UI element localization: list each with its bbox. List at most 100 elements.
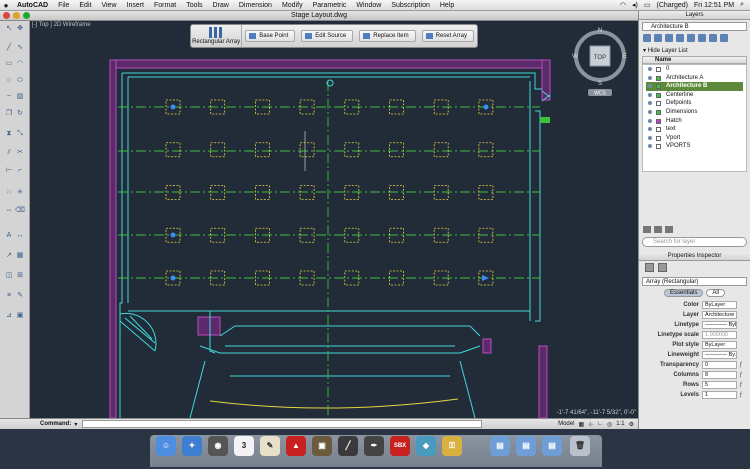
grid-icon[interactable]: ▦ bbox=[578, 421, 584, 428]
copy-icon[interactable]: ❐ bbox=[4, 109, 14, 118]
light-fixture[interactable] bbox=[299, 185, 315, 200]
insert-icon[interactable]: ⊞ bbox=[15, 271, 25, 280]
prop-layer-value[interactable]: Architecture B bbox=[702, 311, 737, 319]
layer-color-swatch[interactable] bbox=[656, 92, 661, 98]
image-icon[interactable]: ▣ bbox=[15, 311, 25, 320]
keychain-icon[interactable]: ⚿ bbox=[442, 436, 462, 456]
layer-row[interactable]: Vport bbox=[646, 134, 743, 143]
bulb-icon[interactable] bbox=[648, 144, 652, 149]
current-layer-select[interactable]: Architecture B bbox=[642, 22, 747, 31]
layer-row-selected[interactable]: Architecture B bbox=[646, 82, 743, 91]
layer-row[interactable]: Dimensions bbox=[646, 108, 743, 117]
bulb-icon[interactable] bbox=[648, 67, 652, 71]
menu-file[interactable]: File bbox=[53, 2, 74, 9]
layer-freeze-icon[interactable] bbox=[687, 34, 695, 42]
match-icon[interactable]: ✎ bbox=[15, 291, 25, 300]
light-fixture[interactable] bbox=[165, 142, 181, 158]
fx-icon[interactable]: ƒ bbox=[739, 362, 747, 368]
prop-transparency-value[interactable]: 0 bbox=[702, 361, 737, 369]
layer-color-swatch[interactable] bbox=[656, 101, 661, 107]
offset-icon[interactable]: ⫽ bbox=[4, 148, 14, 157]
wacom-icon[interactable]: ╱ bbox=[338, 436, 358, 456]
light-fixture[interactable] bbox=[210, 185, 226, 200]
new-layer-icon[interactable] bbox=[643, 34, 651, 42]
layer-match-icon[interactable] bbox=[709, 34, 717, 42]
trash-icon[interactable]: 🗑 bbox=[570, 436, 590, 456]
measure-icon[interactable]: ⊿ bbox=[4, 311, 14, 320]
layer-color-swatch[interactable] bbox=[656, 84, 661, 90]
base-point-button[interactable]: Base Point bbox=[245, 30, 296, 42]
safari-icon[interactable]: ✦ bbox=[182, 436, 202, 456]
layer-isolate-icon[interactable] bbox=[665, 34, 673, 42]
move-icon[interactable]: ✥ bbox=[15, 24, 25, 33]
delete-layer-icon[interactable] bbox=[654, 34, 662, 42]
edit-source-button[interactable]: Edit Source bbox=[301, 30, 354, 42]
layer-folder-icon[interactable] bbox=[654, 226, 662, 233]
menu-subscription[interactable]: Subscription bbox=[386, 2, 435, 9]
layer-color-swatch[interactable] bbox=[656, 127, 661, 133]
finder-icon[interactable]: ☺ bbox=[156, 436, 176, 456]
snap-icon[interactable]: ⊹ bbox=[588, 421, 593, 428]
light-fixture[interactable] bbox=[344, 185, 360, 200]
app-icon[interactable]: ◆ bbox=[416, 436, 436, 456]
minimize-window-icon[interactable] bbox=[13, 12, 20, 19]
leader-icon[interactable]: ↗ bbox=[4, 251, 14, 260]
bulb-icon[interactable] bbox=[648, 135, 652, 140]
menu-view[interactable]: View bbox=[96, 2, 121, 9]
light-fixture[interactable] bbox=[478, 142, 494, 158]
annotation-scale[interactable]: 1:1 bbox=[616, 421, 624, 427]
text-icon[interactable]: A bbox=[4, 231, 14, 240]
prop-linetype-value[interactable]: ———— ByL bbox=[702, 321, 737, 329]
circle-icon[interactable]: ○ bbox=[4, 76, 14, 85]
layer-color-swatch[interactable] bbox=[656, 75, 661, 81]
light-fixture[interactable] bbox=[478, 185, 494, 200]
prop-rows-value[interactable]: 5 bbox=[702, 381, 737, 389]
layer-lock-icon[interactable] bbox=[698, 34, 706, 42]
light-fixture[interactable] bbox=[210, 142, 226, 158]
menu-draw[interactable]: Draw bbox=[208, 2, 234, 9]
fillet-icon[interactable]: ⌐ bbox=[15, 166, 25, 175]
spotlight-icon[interactable]: ⌕ bbox=[740, 1, 744, 9]
mirror-icon[interactable]: ⧗ bbox=[4, 129, 14, 138]
array-icon[interactable]: ⁙ bbox=[4, 188, 14, 197]
replace-item-button[interactable]: Replace Item bbox=[359, 30, 416, 42]
bulb-icon[interactable] bbox=[648, 109, 652, 114]
extend-icon[interactable]: ⊢ bbox=[4, 166, 14, 175]
dimension-icon[interactable]: ↔ bbox=[15, 231, 25, 240]
light-fixture[interactable] bbox=[344, 142, 360, 158]
select-objects-icon[interactable] bbox=[658, 263, 667, 272]
light-fixture[interactable] bbox=[254, 142, 270, 158]
fx-icon[interactable]: ƒ bbox=[739, 392, 747, 398]
command-input[interactable] bbox=[82, 420, 483, 428]
viewport-label[interactable]: [-] Top ] 2D Wireframe bbox=[32, 22, 91, 28]
polyline-icon[interactable]: ∿ bbox=[15, 43, 25, 52]
layer-icon[interactable]: ≡ bbox=[4, 291, 14, 300]
prop-levels-value[interactable]: 1 bbox=[702, 391, 737, 399]
pen-icon[interactable]: ✒ bbox=[364, 436, 384, 456]
fx-icon[interactable]: ƒ bbox=[739, 382, 747, 388]
erase-icon[interactable]: ⌫ bbox=[15, 206, 25, 215]
clock[interactable]: Fri 12:51 PM bbox=[694, 2, 734, 9]
prop-plot-style-value[interactable]: ByLayer bbox=[702, 341, 737, 349]
menu-tools[interactable]: Tools bbox=[181, 2, 207, 9]
ellipse-icon[interactable]: ⬭ bbox=[15, 76, 25, 85]
layer-row[interactable]: Defpoints bbox=[646, 99, 743, 108]
layer-row[interactable]: Architecture A bbox=[646, 74, 743, 83]
prop-color-value[interactable]: ByLayer bbox=[702, 301, 737, 309]
menu-dimension[interactable]: Dimension bbox=[234, 2, 277, 9]
layer-color-swatch[interactable] bbox=[656, 118, 661, 124]
bulb-icon[interactable] bbox=[648, 118, 652, 123]
light-fixture[interactable] bbox=[433, 185, 449, 200]
menu-insert[interactable]: Insert bbox=[122, 2, 150, 9]
zoom-window-icon[interactable] bbox=[23, 12, 30, 19]
bulb-icon[interactable] bbox=[648, 75, 652, 80]
light-fixture[interactable] bbox=[165, 185, 181, 200]
bulb-icon[interactable] bbox=[648, 101, 652, 106]
drawing-canvas[interactable]: [-] Top ] 2D Wireframe Rectangular Array… bbox=[30, 21, 638, 418]
ortho-icon[interactable]: ∟ bbox=[597, 421, 603, 427]
layer-row[interactable]: 0 bbox=[646, 65, 743, 74]
layer-row[interactable]: VPORTS bbox=[646, 142, 743, 151]
layer-row[interactable]: Centerline bbox=[646, 91, 743, 100]
light-fixture[interactable] bbox=[389, 142, 404, 158]
close-window-icon[interactable] bbox=[3, 12, 10, 19]
